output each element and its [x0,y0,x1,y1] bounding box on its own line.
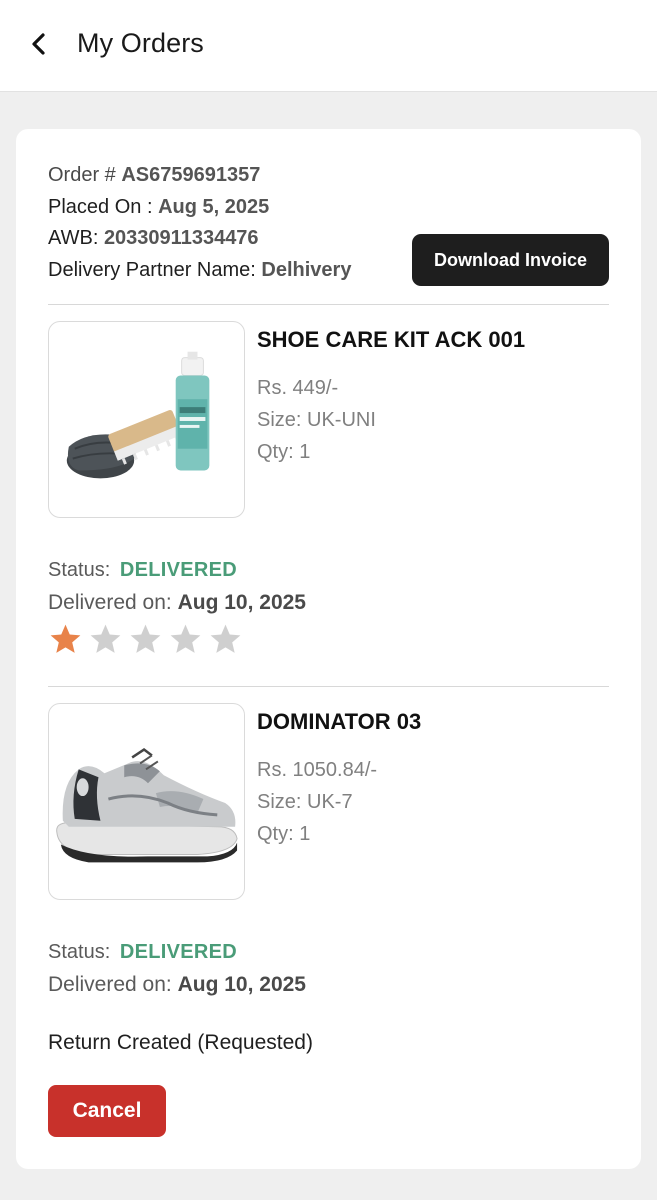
awb-label: AWB: [48,227,104,249]
chevron-left-icon [32,33,45,55]
download-invoice-button[interactable]: Download Invoice [412,234,609,286]
delivered-on-row: Delivered on: Aug 10, 2025 [48,973,306,997]
delivered-on-value: Aug 10, 2025 [177,591,306,614]
product-qty: Qty: 1 [257,823,311,845]
star-icon[interactable] [208,622,243,657]
placed-on-row: Placed On : Aug 5, 2025 [48,195,269,219]
order-card: Order # AS6759691357 Placed On : Aug 5, … [16,129,641,1169]
awb-value: 20330911334476 [103,227,259,249]
status-badge: DELIVERED [119,559,237,581]
status-row: Status: DELIVERED [48,941,237,964]
status-row: Status: DELIVERED [48,559,237,582]
product-name[interactable]: SHOE CARE KIT ACK 001 [257,327,525,353]
placed-on-value: Aug 5, 2025 [158,196,270,218]
product-price: Rs. 449/- [257,377,339,399]
star-icon[interactable] [88,622,123,657]
order-number-label: Order # [48,164,122,186]
status-badge: DELIVERED [119,941,237,963]
product-price: Rs. 1050.84/- [257,759,378,781]
divider [48,686,609,687]
order-number-value: AS6759691357 [121,164,261,186]
product-image-shoe-care-kit[interactable] [48,321,245,518]
page-title: My Orders [77,28,204,58]
back-button[interactable] [22,26,56,62]
product-qty: Qty: 1 [257,441,311,463]
product-size: Size: UK-UNI [257,409,376,431]
divider [48,304,609,305]
order-number-row: Order # AS6759691357 [48,163,260,187]
delivery-partner-value: Delhivery [261,259,352,281]
product-size: Size: UK-7 [257,791,353,813]
delivered-on-label: Delivered on: [48,973,178,996]
status-label: Status: [48,559,111,581]
star-icon[interactable] [48,622,83,657]
cancel-return-button[interactable]: Cancel [48,1085,166,1137]
star-icon[interactable] [128,622,163,657]
status-label: Status: [48,941,111,963]
delivery-partner-label: Delivery Partner Name: [48,259,262,281]
return-status-text: Return Created (Requested) [48,1031,313,1054]
delivered-on-value: Aug 10, 2025 [177,973,306,996]
delivered-on-label: Delivered on: [48,591,178,614]
delivery-partner-row: Delivery Partner Name: Delhivery [48,258,351,282]
delivered-on-row: Delivered on: Aug 10, 2025 [48,591,306,615]
awb-row: AWB: 20330911334476 [48,226,259,250]
top-app-bar: My Orders [0,0,657,92]
product-image-sneaker[interactable] [48,703,245,900]
sneaker-image [56,748,238,863]
product-name[interactable]: DOMINATOR 03 [257,709,421,735]
placed-on-label: Placed On : [48,196,159,218]
star-icon[interactable] [168,622,203,657]
star-rating[interactable] [48,622,243,657]
shoe-care-kit-image [66,351,210,479]
